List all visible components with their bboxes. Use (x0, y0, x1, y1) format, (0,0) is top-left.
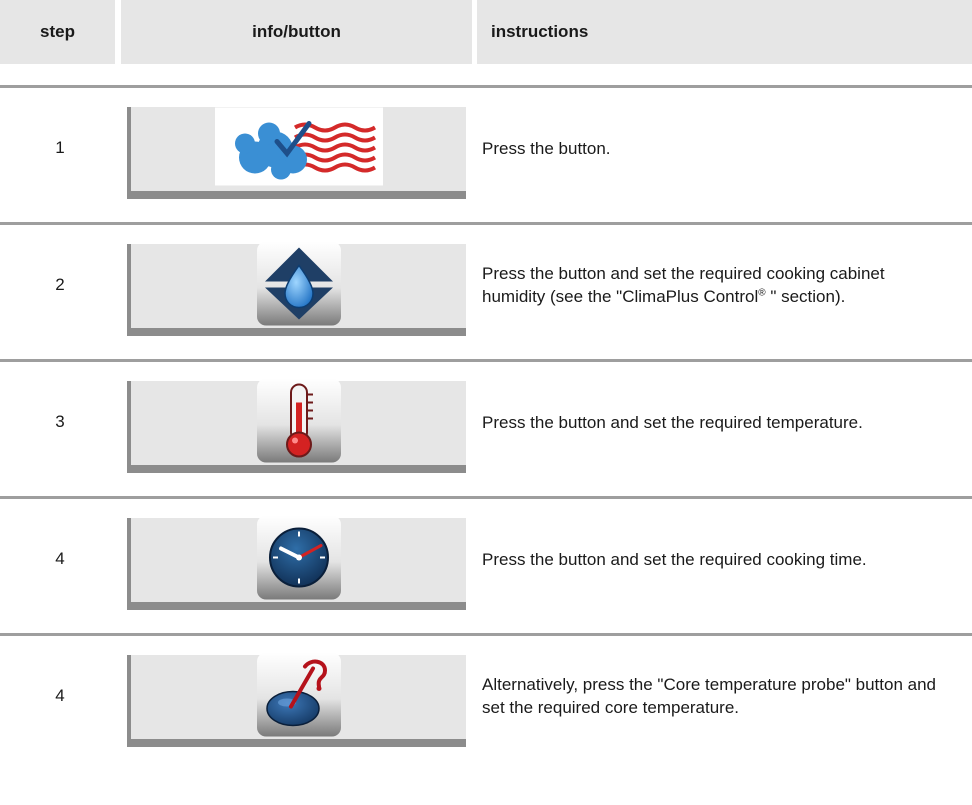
registered-mark: ® (758, 287, 766, 299)
steam-flag-icon[interactable] (214, 107, 383, 191)
info-button-panel (127, 241, 466, 336)
clock-icon[interactable] (256, 515, 341, 605)
column-header-instructions: instructions (477, 0, 972, 64)
step-number: 4 (55, 549, 65, 568)
table-row: 3 Press the button and set the required … (0, 359, 972, 485)
step-number: 4 (55, 686, 65, 705)
humidity-control-icon[interactable] (256, 241, 341, 331)
instruction-text: Press the button. (482, 138, 611, 158)
instruction-text: Press the button and set the required te… (482, 412, 863, 432)
info-button-panel (127, 378, 466, 473)
instruction-text-part: " section). (765, 287, 846, 306)
table-row: 2 Press the button and set the required … (0, 222, 972, 348)
table-row: 1 Press the button. (0, 85, 972, 211)
step-number: 2 (55, 275, 65, 294)
table-row: 4 (0, 633, 972, 759)
column-header-info-button: info/button (121, 0, 472, 64)
thermometer-icon[interactable] (256, 378, 341, 468)
instruction-text: Press the button and set the required co… (482, 222, 952, 348)
step-number: 1 (55, 138, 65, 157)
column-header-step: step (0, 0, 115, 64)
info-button-panel (127, 515, 466, 610)
table-header: step info/button instructions (0, 0, 972, 64)
step-number: 3 (55, 412, 65, 431)
info-button-panel (127, 107, 466, 199)
info-button-panel (127, 652, 466, 747)
core-temperature-probe-icon[interactable] (256, 652, 341, 742)
instruction-text: Press the button and set the required co… (482, 549, 867, 569)
instruction-text: Alternatively, press the "Core temperatu… (482, 675, 937, 717)
table-row: 4 (0, 496, 972, 622)
